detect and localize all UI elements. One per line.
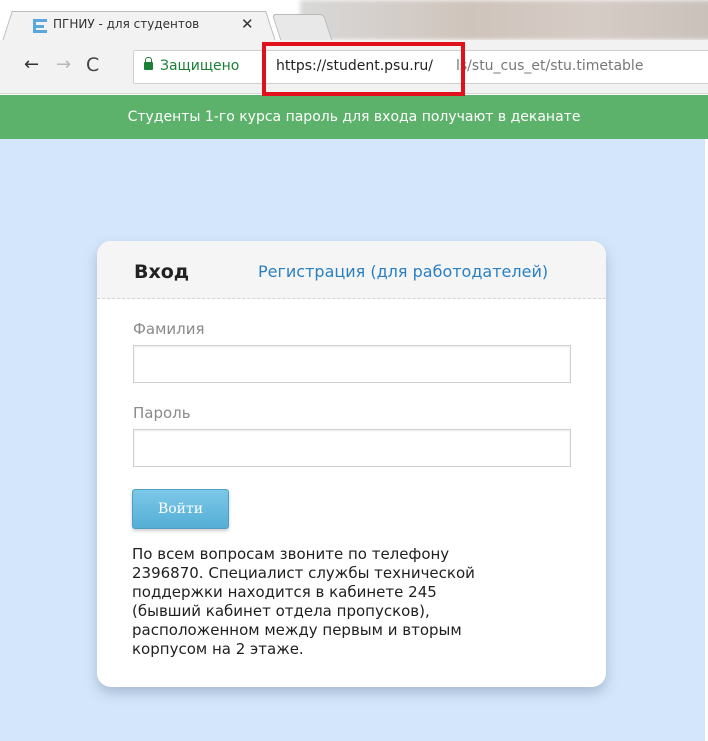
login-card: Вход Регистрация (для работодателей) Фам… <box>97 241 606 687</box>
support-info-text: По всем вопросам звоните по телефону 239… <box>132 545 475 658</box>
surname-input[interactable] <box>133 345 571 383</box>
register-link[interactable]: Регистрация (для работодателей) <box>258 262 548 281</box>
secure-label[interactable]: Защищено <box>160 58 239 74</box>
close-icon[interactable]: ✕ <box>241 15 254 33</box>
reload-icon[interactable]: C <box>86 56 99 75</box>
tab-new[interactable] <box>271 14 333 40</box>
notice-banner: Студенты 1-го курса пароль для входа пол… <box>0 95 708 139</box>
browser-window: ПГНИУ - для студентов ✕ ← → C Защищено h… <box>0 0 708 741</box>
url-path[interactable]: ls/stu_cus_et/stu.timetable <box>456 58 643 74</box>
login-card-header: Вход Регистрация (для работодателей) <box>97 241 606 299</box>
surname-label: Фамилия <box>133 320 205 338</box>
tab-active[interactable]: ПГНИУ - для студентов ✕ <box>14 11 264 40</box>
lock-icon <box>144 57 153 70</box>
url-highlight-box <box>262 42 465 96</box>
blurred-tabs <box>300 0 708 40</box>
forward-arrow-icon[interactable]: → <box>56 56 71 74</box>
password-label: Пароль <box>133 404 191 422</box>
back-arrow-icon[interactable]: ← <box>24 56 39 74</box>
tab-strip: ПГНИУ - для студентов ✕ <box>0 0 708 40</box>
login-title: Вход <box>134 261 190 283</box>
tab-title: ПГНИУ - для студентов <box>53 17 200 31</box>
e-favicon-icon <box>33 19 47 33</box>
login-button[interactable]: Войти <box>132 489 229 529</box>
password-input[interactable] <box>133 429 571 467</box>
page-background: Вход Регистрация (для работодателей) Фам… <box>0 139 708 741</box>
